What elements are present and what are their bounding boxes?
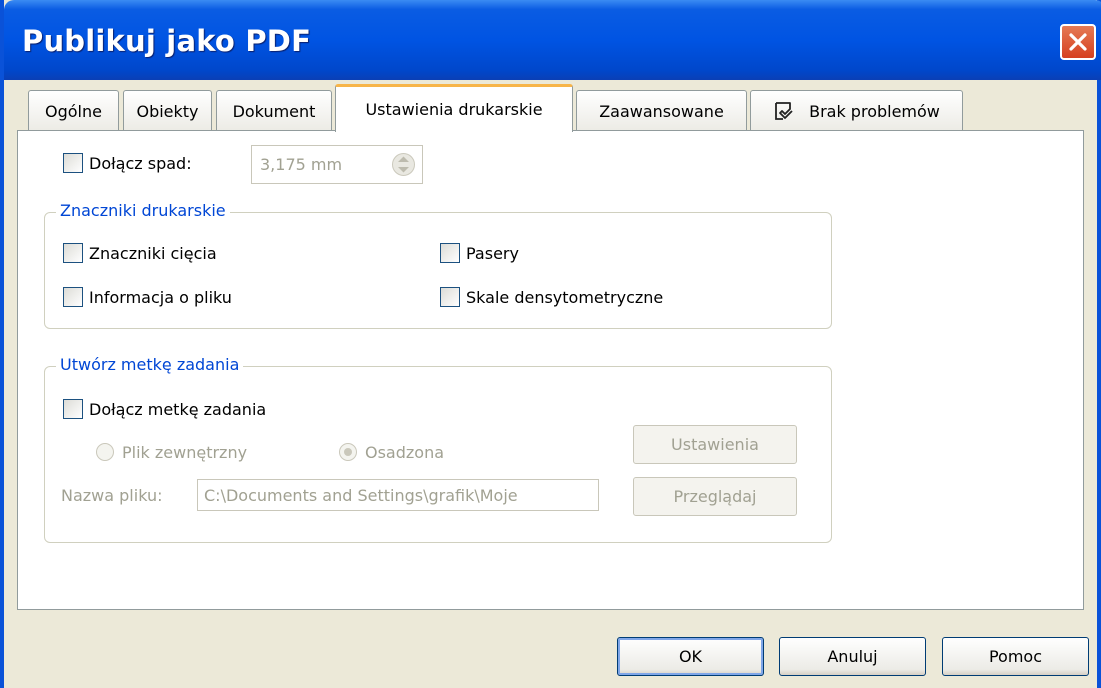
tab-label: Ogólne [45, 101, 102, 121]
window-title: Publikuj jako PDF [22, 24, 312, 58]
tab-label: Ustawienia drukarskie [365, 100, 543, 119]
ok-button[interactable]: OK [617, 637, 764, 676]
spinner-arrows-icon[interactable] [388, 149, 419, 180]
tab-obiekty[interactable]: Obiekty [123, 90, 212, 131]
tab-label: Zaawansowane [599, 101, 724, 121]
tab-label: Dokument [232, 101, 316, 121]
density-scales-label: Skale densytometryczne [466, 288, 664, 307]
tab-brak-problemow[interactable]: Brak problemów [750, 90, 963, 131]
tab-dokument[interactable]: Dokument [216, 90, 332, 131]
crop-marks-label: Znaczniki cięcia [89, 244, 217, 263]
job-ticket-legend: Utwórz metkę zadania [56, 355, 244, 374]
tab-label: Obiekty [136, 101, 199, 121]
close-button[interactable] [1060, 24, 1096, 60]
embedded-label: Osadzona [365, 443, 445, 462]
density-scales-checkbox[interactable] [440, 287, 460, 307]
help-button[interactable]: Pomoc [942, 637, 1089, 676]
file-info-checkbox[interactable] [63, 287, 83, 307]
tab-ogolne[interactable]: Ogólne [28, 90, 119, 131]
tab-zaawansowane[interactable]: Zaawansowane [576, 90, 747, 131]
printer-marks-group [44, 212, 832, 329]
filename-field[interactable]: C:\Documents and Settings\grafik\Moje [197, 479, 599, 511]
include-bleed-checkbox[interactable] [63, 153, 83, 173]
printer-marks-legend: Znaczniki drukarskie [56, 201, 230, 220]
registration-marks-checkbox[interactable] [440, 243, 460, 263]
external-file-radio[interactable] [96, 443, 114, 461]
job-ticket-settings-button[interactable]: Ustawienia [633, 425, 797, 464]
external-file-label: Plik zewnętrzny [122, 443, 248, 462]
include-job-ticket-label: Dołącz metkę zadania [89, 400, 267, 419]
title-bar[interactable]: Publikuj jako PDF [4, 0, 1101, 80]
tab-label: Brak problemów [809, 101, 940, 121]
crop-marks-checkbox[interactable] [63, 243, 83, 263]
registration-marks-label: Pasery [466, 244, 519, 263]
file-info-label: Informacja o pliku [89, 288, 232, 307]
include-bleed-label: Dołącz spad: [89, 154, 192, 173]
embedded-radio[interactable] [339, 443, 357, 461]
include-job-ticket-checkbox[interactable] [63, 399, 83, 419]
cancel-button[interactable]: Anuluj [779, 637, 926, 676]
filename-label: Nazwa pliku: [61, 486, 163, 505]
browse-button[interactable]: Przeglądaj [633, 477, 797, 516]
tab-ustawienia-drukarskie[interactable]: Ustawienia drukarskie [335, 84, 573, 132]
bleed-value: 3,175 mm [260, 155, 343, 174]
bleed-spinner[interactable]: 3,175 mm [251, 145, 423, 184]
preflight-icon [773, 100, 795, 122]
close-icon [1069, 33, 1087, 51]
radio-selected-dot [344, 448, 352, 456]
